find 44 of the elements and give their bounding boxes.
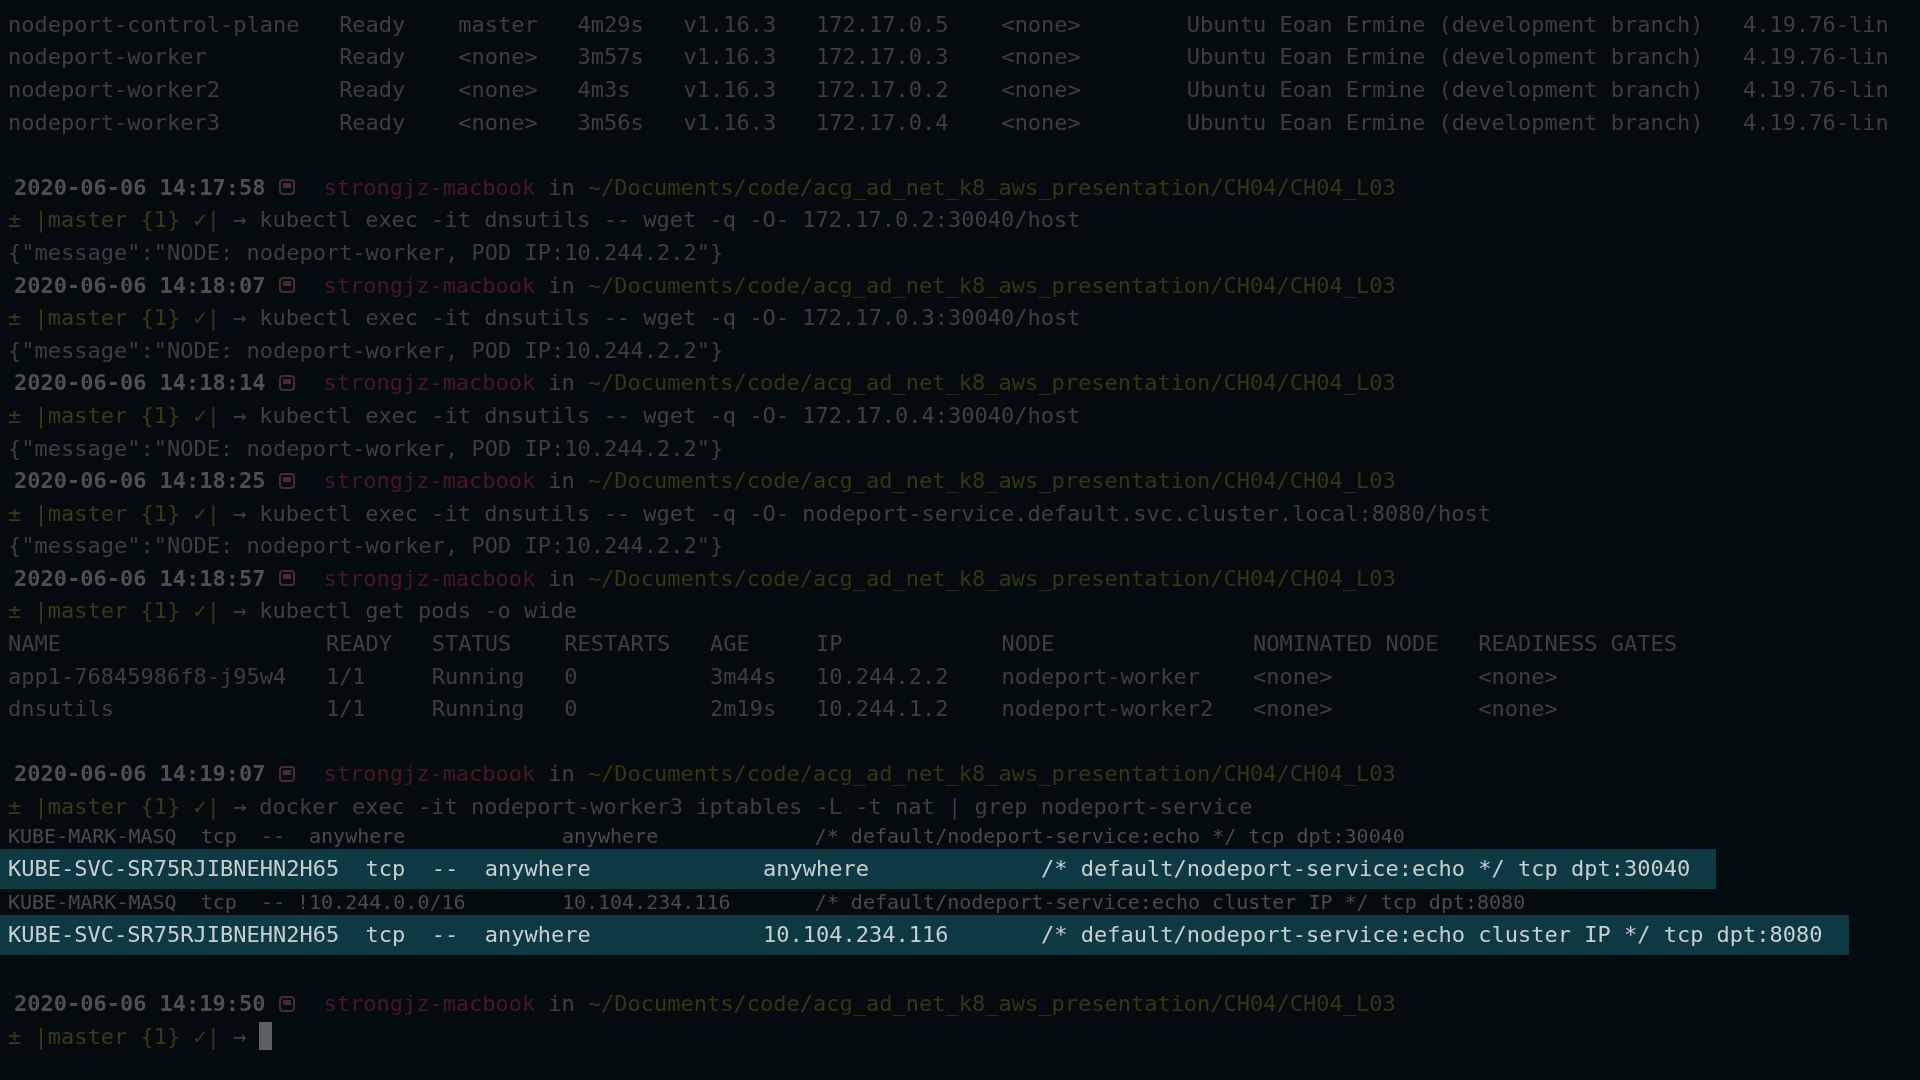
prompt-arrow: → — [232, 304, 247, 333]
prompt-arrow: → — [232, 1022, 247, 1051]
prompt-host: strongjz-macbook — [323, 467, 536, 496]
prompt-time: 14:18:25 — [159, 467, 266, 496]
command-text: kubectl get pods -o wide — [259, 597, 578, 626]
command-text: kubectl exec -it dnsutils -- wget -q -O- 172.17.0.4:30040/host — [259, 401, 1081, 430]
prompt-host: strongjz-macbook — [323, 760, 536, 789]
prompt-time: 14:18:14 — [159, 369, 266, 398]
prompt-arrow: → — [232, 499, 247, 528]
prompt-in: in — [548, 369, 575, 398]
prompt-date: 2020-06-06 — [14, 173, 147, 202]
prompt-arrow: → — [232, 793, 247, 822]
text-cursor — [259, 1022, 273, 1051]
prompt-in: in — [548, 990, 575, 1019]
prompt-arrow: → — [232, 206, 247, 235]
prompt-host: strongjz-macbook — [323, 564, 536, 593]
prompt-time: 14:19:50 — [159, 990, 266, 1019]
prompt-date: 2020-06-06 — [14, 369, 147, 398]
prompt-date: 2020-06-06 — [14, 990, 147, 1019]
prompt-host: strongjz-macbook — [323, 271, 536, 300]
output-line: KUBE-MARK-MASQ tcp -- anywhere anywhere /* default/nodeport-service:echo */ tcp dpt:30040 — [8, 822, 1405, 850]
prompt-host: strongjz-macbook — [323, 173, 536, 202]
prompt-time: 14:18:57 — [159, 564, 266, 593]
output-line: KUBE-MARK-MASQ tcp -- !10.244.0.0/16 10.104.234.116 /* default/nodeport-service:echo cluster IP */ tcp dpt:8080 — [8, 888, 1526, 916]
prompt-arrow: → — [232, 597, 247, 626]
prompt-date: 2020-06-06 — [14, 564, 147, 593]
prompt-in: in — [548, 271, 575, 300]
prompt-host: strongjz-macbook — [323, 990, 536, 1019]
command-text: kubectl exec -it dnsutils -- wget -q -O- nodeport-service.default.svc.cluster.local:8080/host — [259, 499, 1491, 528]
prompt-date: 2020-06-06 — [14, 271, 147, 300]
prompt-time: 14:18:07 — [159, 271, 266, 300]
command-text: kubectl exec -it dnsutils -- wget -q -O- 172.17.0.2:30040/host — [259, 206, 1081, 235]
prompt-date: 2020-06-06 — [14, 760, 147, 789]
prompt-host: strongjz-macbook — [323, 369, 536, 398]
prompt-time: 14:17:58 — [159, 173, 266, 202]
prompt-in: in — [548, 564, 575, 593]
prompt-time: 14:19:07 — [159, 760, 266, 789]
prompt-in: in — [548, 760, 575, 789]
prompt-arrow: → — [232, 401, 247, 430]
prompt-in: in — [548, 173, 575, 202]
prompt-date: 2020-06-06 — [14, 467, 147, 496]
command-text: docker exec -it nodeport-worker3 iptables -L -t nat | grep nodeport-service — [259, 793, 1253, 822]
prompt-in: in — [548, 467, 575, 496]
command-text: kubectl exec -it dnsutils -- wget -q -O- 172.17.0.3:30040/host — [259, 304, 1081, 333]
